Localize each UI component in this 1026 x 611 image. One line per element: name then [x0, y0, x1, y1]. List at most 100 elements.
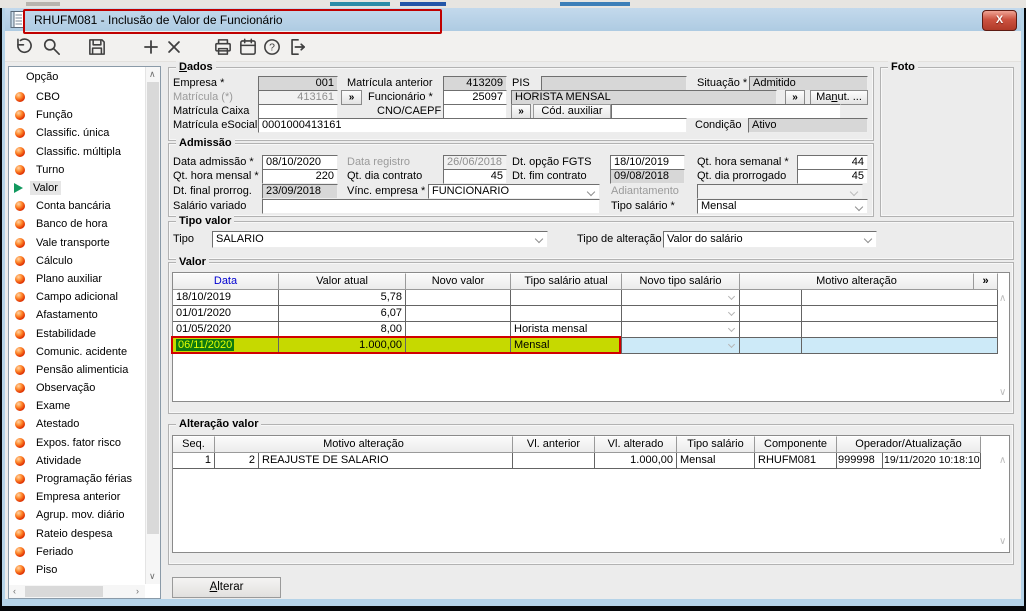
cell-novo-valor[interactable]	[406, 322, 511, 338]
cell-novo-valor[interactable]	[406, 306, 511, 322]
cell-operador[interactable]: 999998	[837, 453, 883, 469]
scroll-left-icon[interactable]: ‹	[13, 587, 16, 596]
cell-novo-tipo-salario-select[interactable]	[622, 290, 740, 306]
alt-header-vl-anterior[interactable]: Vl. anterior	[513, 436, 595, 453]
cell-motivo[interactable]	[802, 322, 998, 338]
vinc-empresa-select[interactable]: FUNCIONARIO	[428, 184, 600, 199]
add-icon[interactable]	[140, 36, 162, 58]
cell-vl-anterior[interactable]	[513, 453, 595, 469]
alt-header-componente[interactable]: Componente	[755, 436, 837, 453]
sidebar-item-funcao[interactable]: Função	[10, 106, 145, 124]
empresa-field[interactable]: 001	[258, 76, 338, 91]
cell-motivo[interactable]	[802, 290, 998, 306]
funcionario-lookup-button[interactable]: »	[785, 90, 805, 105]
alt-header-vl-alterado[interactable]: Vl. alterado	[595, 436, 677, 453]
cell-tipo-salario-atual[interactable]: Mensal	[511, 338, 622, 354]
matricula-lookup-button[interactable]: »	[341, 90, 362, 105]
print-icon[interactable]	[212, 36, 234, 58]
sidebar-item-expos-fator-risco[interactable]: Expos. fator risco	[10, 434, 145, 452]
close-button[interactable]: X	[982, 10, 1017, 31]
cell-data[interactable]: 01/05/2020	[173, 322, 279, 338]
cell-valor-atual[interactable]: 5,78	[279, 290, 406, 306]
valor-header-novo-valor[interactable]: Novo valor	[406, 273, 511, 290]
sidebar-item-observacao[interactable]: Observação	[10, 379, 145, 397]
cell-novo-tipo-salario-select[interactable]	[622, 338, 740, 354]
cell-atualizacao[interactable]: 19/11/2020 10:18:10	[883, 453, 981, 469]
sidebar-item-conta-bancaria[interactable]: Conta bancária	[10, 197, 145, 215]
cod-auxiliar-header[interactable]: Cód. auxiliar	[533, 104, 611, 119]
sidebar-item-cbo[interactable]: CBO	[10, 88, 145, 106]
valor-header-motivo-alteracao[interactable]: Motivo alteração	[740, 273, 974, 290]
cell-novo-tipo-salario-select[interactable]	[622, 306, 740, 322]
pis-field[interactable]	[541, 76, 687, 91]
cell-motivo-cod[interactable]: 2	[215, 453, 259, 469]
matricula-esocial-field[interactable]: 0001000413161	[258, 118, 687, 133]
cell-tipo-salario-atual[interactable]	[511, 290, 622, 306]
sidebar-item-pensao-alimenticia[interactable]: Pensão alimenticia	[10, 361, 145, 379]
sidebar-item-valor[interactable]: Valor	[10, 179, 145, 197]
sidebar-horizontal-scroll-thumb[interactable]	[25, 586, 103, 597]
calendar-icon[interactable]	[237, 36, 259, 58]
cell-motivo-cod[interactable]	[740, 338, 802, 354]
cell-seq[interactable]: 1	[173, 453, 215, 469]
alterar-button[interactable]: Alterar	[172, 577, 281, 598]
alteracao-scroll-down-icon[interactable]: ∨	[999, 537, 1006, 547]
sidebar-item-comunic-acidente[interactable]: Comunic. acidente	[10, 343, 145, 361]
cell-novo-valor[interactable]	[406, 338, 511, 354]
sidebar-item-campo-adicional[interactable]: Campo adicional	[10, 288, 145, 306]
sidebar-item-clipped[interactable]	[10, 579, 145, 583]
sidebar-item-estabilidade[interactable]: Estabilidade	[10, 324, 145, 342]
sidebar-item-plano-auxiliar[interactable]: Plano auxiliar	[10, 270, 145, 288]
help-icon[interactable]: ?	[261, 36, 283, 58]
cod-auxiliar-lookup-button[interactable]: »	[511, 104, 531, 119]
funcionario-field[interactable]: 25097	[443, 90, 507, 105]
matricula-field[interactable]: 413161	[258, 90, 338, 105]
cell-motivo-cod[interactable]	[740, 322, 802, 338]
salario-variado-field[interactable]	[262, 199, 600, 214]
valor-header-tipo-salario-atual[interactable]: Tipo salário atual	[511, 273, 622, 290]
tipo-alteracao-select[interactable]: Valor do salário	[663, 231, 877, 248]
cod-auxiliar-field[interactable]	[611, 104, 841, 119]
cell-componente[interactable]: RHUFM081	[755, 453, 837, 469]
sidebar-item-feriado[interactable]: Feriado	[10, 543, 145, 561]
tipo-select[interactable]: SALARIO	[212, 231, 548, 248]
sidebar-item-atestado[interactable]: Atestado	[10, 415, 145, 433]
cell-motivo[interactable]	[802, 306, 998, 322]
qt-hora-mensal-field[interactable]: 220	[262, 169, 338, 184]
sidebar-item-atividade[interactable]: Atividade	[10, 452, 145, 470]
matricula-caixa-field[interactable]	[258, 104, 338, 119]
sidebar-item-piso[interactable]: Piso	[10, 561, 145, 579]
scroll-up-icon[interactable]: ∧	[149, 70, 156, 79]
cell-tipo-salario-atual[interactable]: Horista mensal	[511, 322, 622, 338]
cell-novo-tipo-salario-select[interactable]	[622, 322, 740, 338]
cno-caepf-field[interactable]	[443, 104, 507, 119]
sidebar-item-vale-transporte[interactable]: Vale transporte	[10, 234, 145, 252]
alt-header-motivo[interactable]: Motivo alteração	[215, 436, 513, 453]
qt-dia-prorrogado-field[interactable]: 45	[797, 169, 868, 184]
valor-scroll-down-icon[interactable]: ∨	[999, 388, 1006, 398]
data-registro-field[interactable]: 26/06/2018	[443, 155, 507, 170]
exit-icon[interactable]	[286, 36, 308, 58]
qt-dia-contrato-field[interactable]: 45	[443, 169, 507, 184]
sidebar-item-banco-de-hora[interactable]: Banco de hora	[10, 215, 145, 233]
funcionario-nome-field[interactable]: HORISTA MENSAL	[511, 90, 777, 105]
sidebar-item-rateio-despesa[interactable]: Rateio despesa	[10, 525, 145, 543]
alt-header-operador[interactable]: Operador/Atualização	[837, 436, 981, 453]
qt-hora-semanal-field[interactable]: 44	[797, 155, 868, 170]
undo-icon[interactable]	[13, 36, 35, 58]
cell-data[interactable]: 06/11/2020	[173, 338, 279, 354]
sidebar-item-classific-multipla[interactable]: Classific. múltipla	[10, 143, 145, 161]
cell-motivo-cod[interactable]	[740, 306, 802, 322]
situacao-field[interactable]: Admitido	[749, 76, 868, 91]
cell-tipo-salario[interactable]: Mensal	[677, 453, 755, 469]
valor-header-data[interactable]: Data	[173, 273, 279, 290]
alt-header-tipo-salario[interactable]: Tipo salário	[677, 436, 755, 453]
adiantamento-select[interactable]	[697, 184, 863, 199]
cell-valor-atual[interactable]: 6,07	[279, 306, 406, 322]
valor-header-novo-tipo-salario[interactable]: Novo tipo salário	[622, 273, 740, 290]
sidebar-item-turno[interactable]: Turno	[10, 161, 145, 179]
condicao-field[interactable]: Ativo	[748, 118, 868, 133]
cell-motivo[interactable]: REAJUSTE DE SALARIO	[259, 453, 513, 469]
save-icon[interactable]	[86, 36, 108, 58]
matricula-anterior-field[interactable]: 413209	[443, 76, 507, 91]
